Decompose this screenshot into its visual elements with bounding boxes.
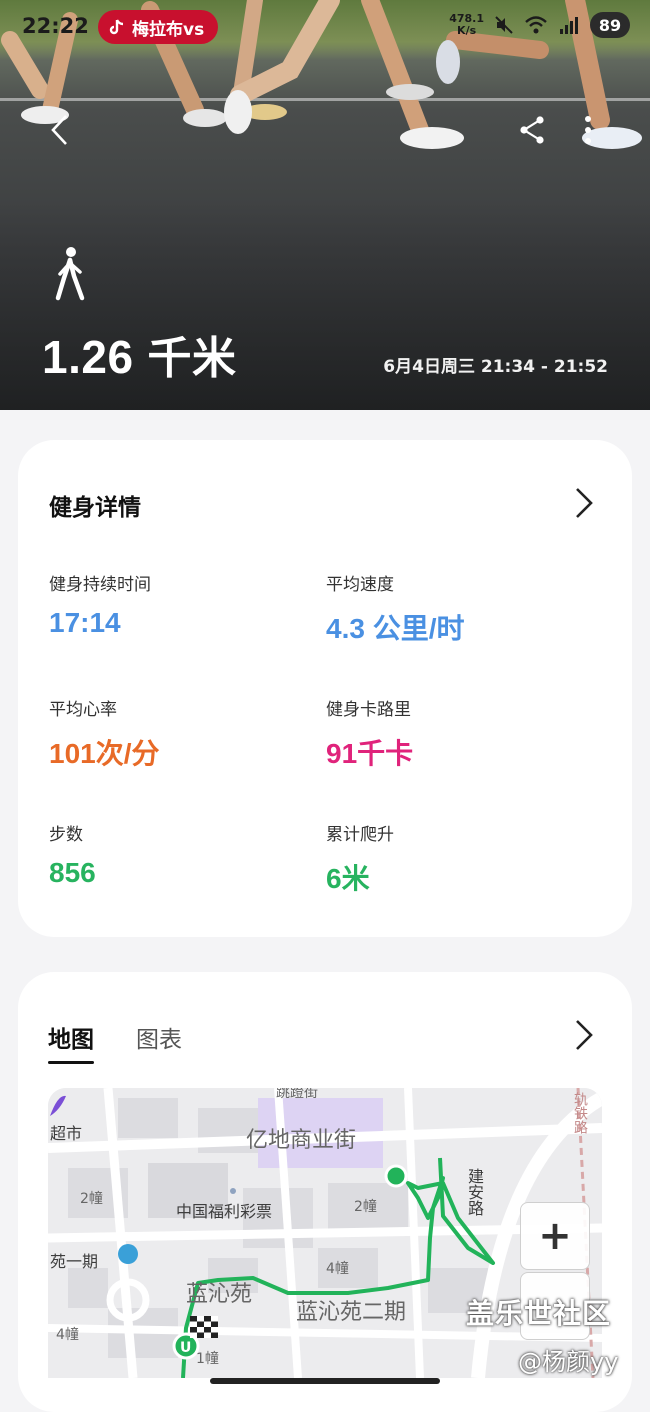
tab-chart[interactable]: 图表 [136,1020,182,1054]
map-label-supermarket: 超市 [50,1124,83,1143]
metric-duration: 健身持续时间 17:14 [49,570,151,639]
map-label-street-top: 跳蹬街 [276,1088,318,1101]
signal-icon [560,17,578,34]
map-label-lanqin2: 蓝沁苑二期 [296,1300,407,1325]
map-label-lottery: 中国福利彩票 [176,1202,273,1221]
map-label-road-right: 建安路 [465,1168,484,1216]
map-label-bldg-4b: 4幢 [56,1327,79,1343]
map-label-rail: 轨铁路 [572,1092,588,1134]
workout-date-range: 6月4日周三 21:34 - 21:52 [383,357,608,377]
share-icon [520,116,544,144]
status-time: 22:22 [22,14,89,38]
end-marker-glyph: U [180,1340,191,1356]
finish-flag-icon [190,1316,218,1338]
chevron-left-icon [51,115,67,145]
route-map[interactable]: U 跳蹬街 超市 亿地商业街 建安路 轨铁路 中国福利彩票 2幢 2幢 4幢 4… [48,1088,602,1378]
start-marker [384,1164,408,1188]
notification-text: 梅拉布vs [132,19,205,40]
map-label-bldg-4a: 4幢 [326,1261,349,1277]
metric-value: 17:14 [49,607,121,638]
metric-label: 健身卡路里 [326,700,411,720]
metric-label: 平均速度 [326,575,394,595]
battery-indicator: 89 [590,12,630,38]
details-title: 健身详情 [49,495,141,521]
distance-unit: 千米 [147,334,237,383]
notification-pill[interactable]: 梅拉布vs [98,10,219,44]
map-chevron-right-icon[interactable] [572,1018,596,1052]
map-label-bldg-2b: 2幢 [354,1199,377,1215]
metric-value: 4.3 公里/时 [326,613,465,644]
map-label-lanqin: 蓝沁苑 [186,1282,253,1307]
more-vertical-icon [585,116,591,144]
metric-elevation-gain: 累计爬升 6米 [326,820,394,897]
metric-calories: 健身卡路里 91千卡 [326,695,413,772]
net-speed-unit: K/s [457,24,477,37]
home-indicator[interactable] [210,1378,440,1384]
tiktok-icon [109,19,124,35]
watermark-community: 盖乐世社区 [466,1297,612,1330]
status-icons: 478.1 K/s 89 [449,12,630,38]
details-chevron-right-icon[interactable] [572,486,596,520]
back-button[interactable] [42,112,78,148]
network-speed: 478.1 K/s [449,13,484,37]
poi-building-icon [118,1244,138,1264]
watermark-author: @杨颜yy [518,1348,619,1376]
workout-details-card: 健身详情 健身持续时间 17:14 平均速度 4.3 公里/时 平均心率 101… [18,440,632,937]
metric-value: 6米 [326,863,370,894]
hero-banner: 22:22 梅拉布vs 478.1 K/s 89 1.26 千米 6月4日周三 … [0,0,650,410]
map-label-bldg-2a: 2幢 [80,1191,103,1207]
more-button[interactable] [570,112,606,148]
metric-steps: 步数 856 [49,820,96,889]
wifi-icon [525,16,547,34]
metric-label: 步数 [49,825,83,845]
distance-display: 1.26 千米 [42,322,237,386]
metric-value: 101次/分 [49,738,160,769]
map-label-bldg-1: 1幢 [196,1351,219,1367]
metric-label: 平均心率 [49,700,117,720]
tab-map[interactable]: 地图 [48,1020,94,1064]
mute-icon [495,16,513,34]
status-bar: 22:22 梅拉布vs 478.1 K/s 89 [0,10,650,46]
poi-dot-icon [230,1188,236,1194]
metric-label: 累计爬升 [326,825,394,845]
map-label-mall: 亿地商业街 [246,1128,357,1153]
zoom-in-button[interactable]: + [520,1202,590,1270]
metric-value: 856 [49,857,96,888]
metric-value: 91千卡 [326,738,414,769]
share-button[interactable] [514,112,550,148]
metric-label: 健身持续时间 [49,575,151,595]
metric-avg-speed: 平均速度 4.3 公里/时 [326,570,464,647]
map-label-yuan1: 苑一期 [50,1252,99,1271]
distance-value: 1.26 [42,331,134,383]
metric-avg-heart-rate: 平均心率 101次/分 [49,695,160,772]
walking-icon [55,247,85,301]
